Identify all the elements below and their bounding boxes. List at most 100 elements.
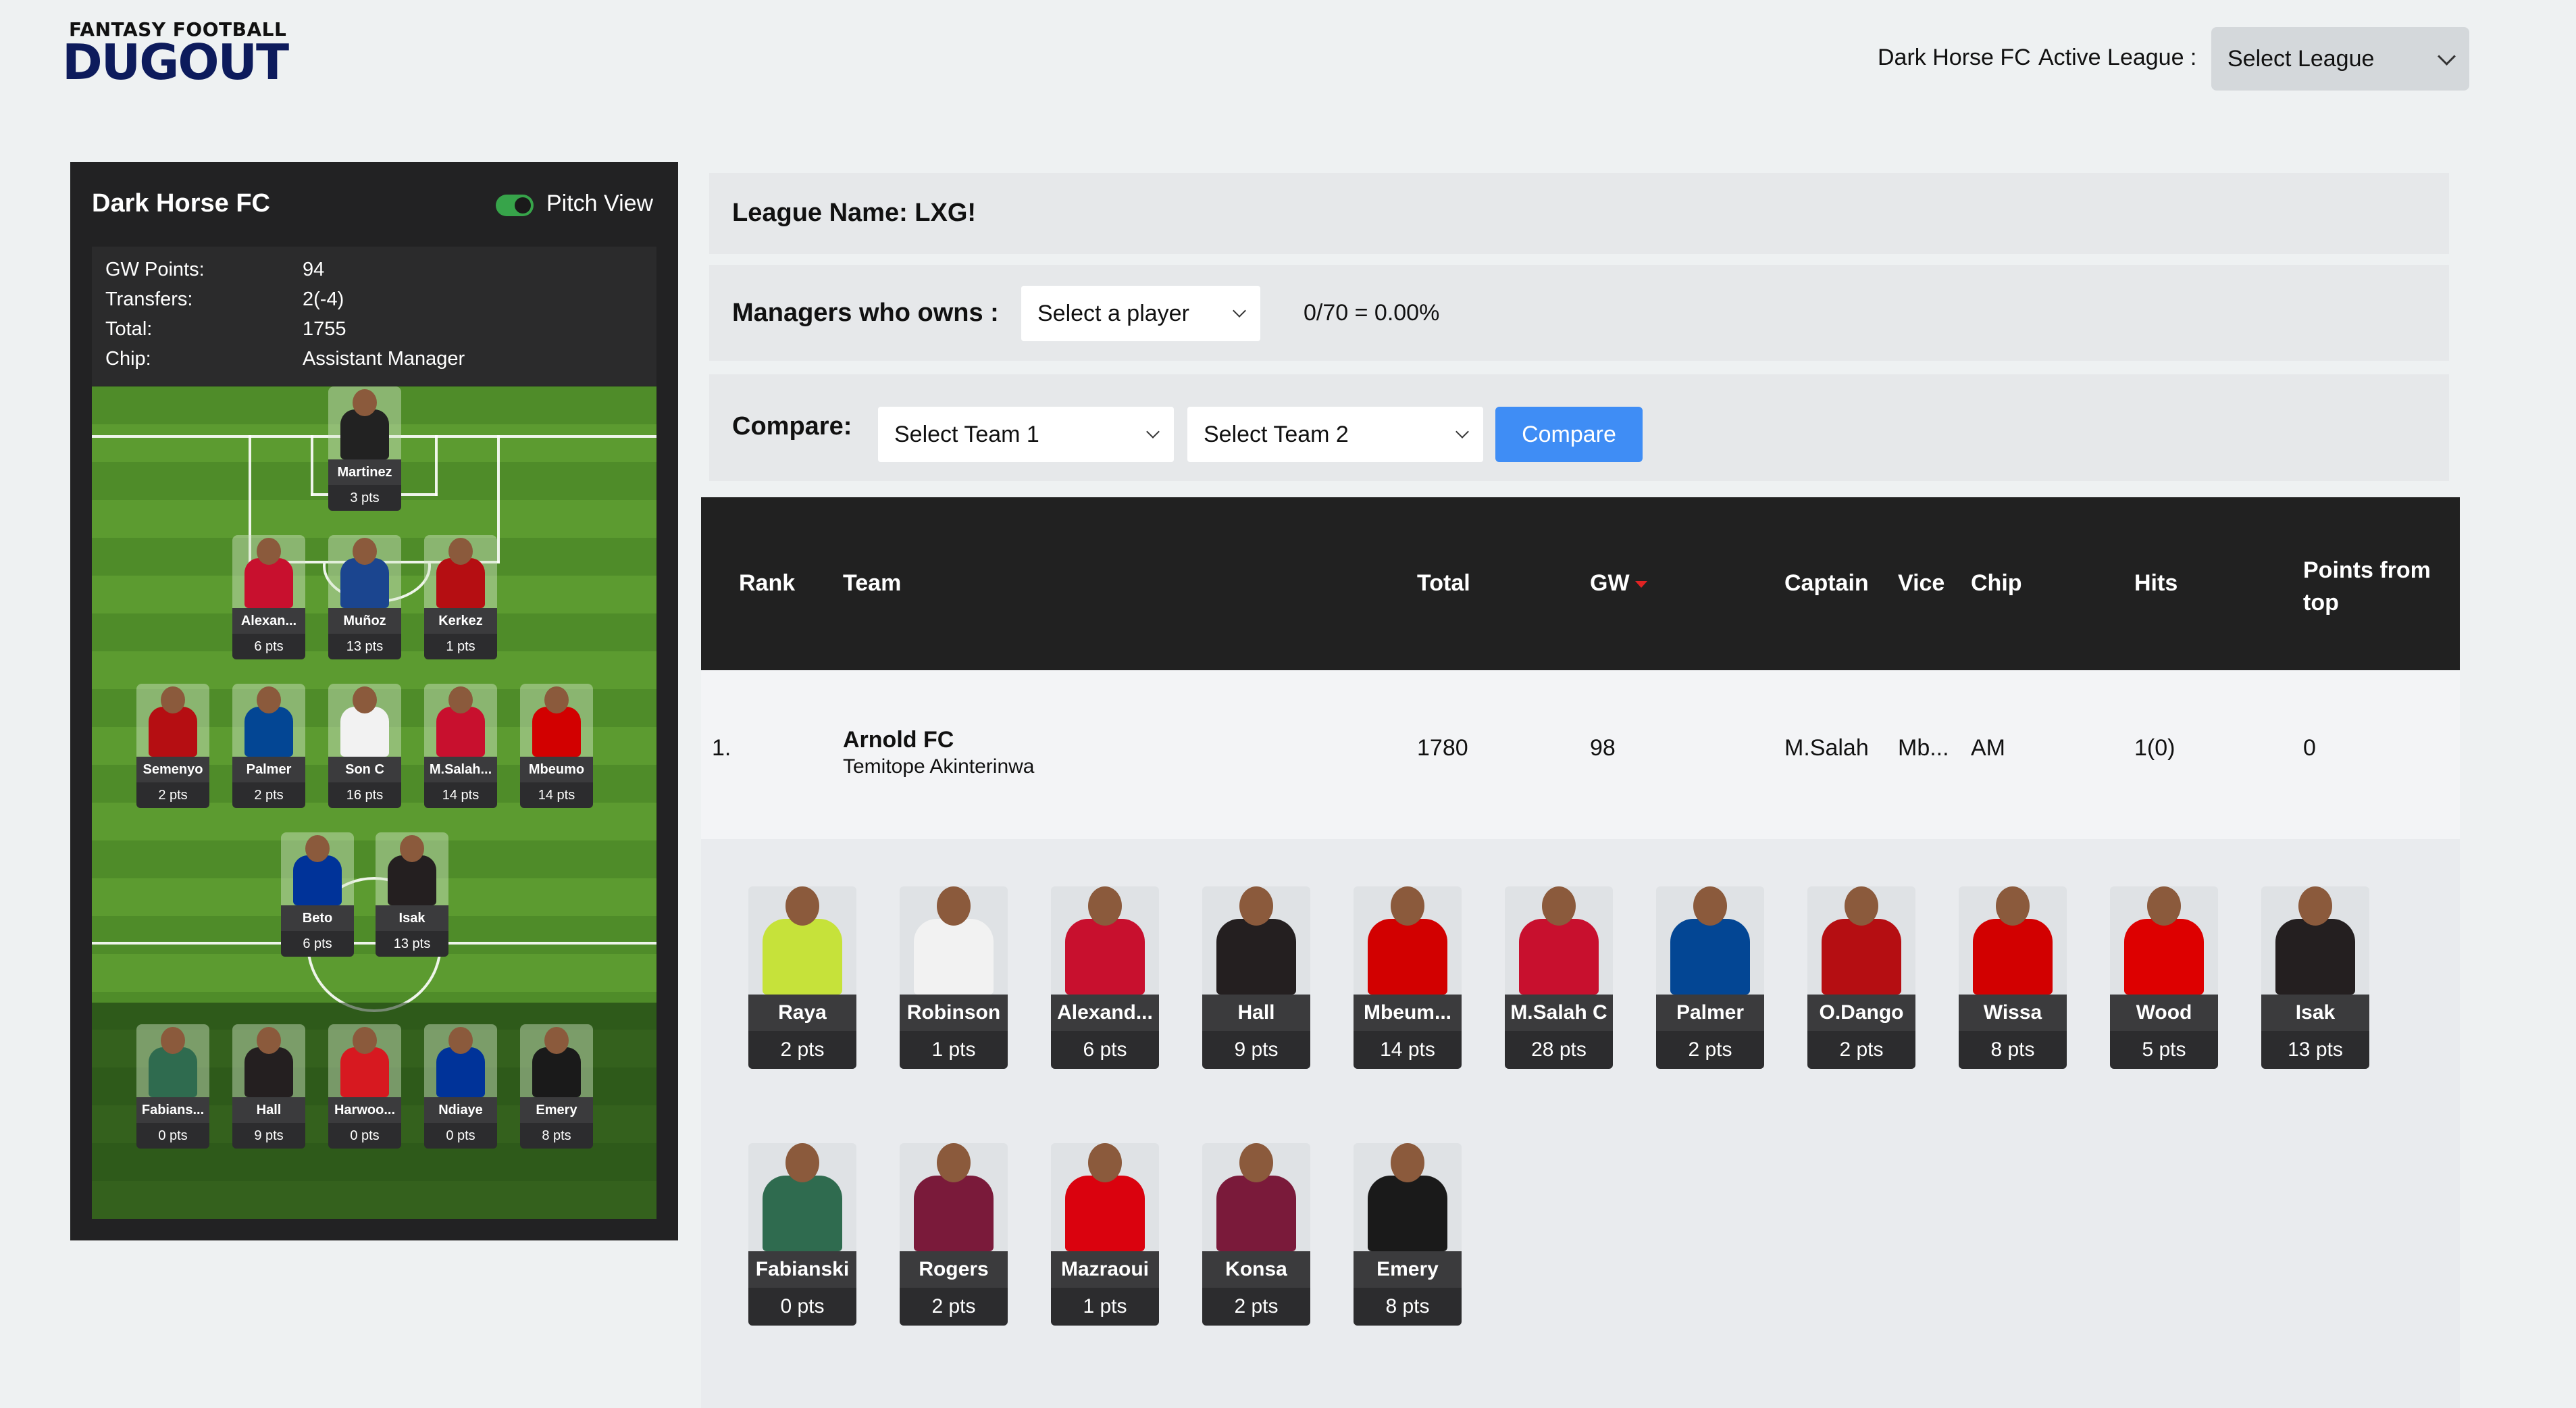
player-card[interactable]: Alexand... 6 pts <box>1051 886 1159 1069</box>
player-card[interactable]: Hall 9 pts <box>1202 886 1310 1069</box>
player-points: 3 pts <box>328 485 401 511</box>
player-card[interactable]: Isak 13 pts <box>2261 886 2369 1069</box>
player-card[interactable]: Wood 5 pts <box>2110 886 2218 1069</box>
player-card[interactable]: Konsa 2 pts <box>1202 1143 1310 1326</box>
player-photo <box>328 535 401 608</box>
player-photo <box>232 1024 305 1097</box>
player-points: 2 pts <box>748 1031 856 1069</box>
player-card[interactable]: Wissa 8 pts <box>1959 886 2067 1069</box>
player-photo <box>1051 886 1159 995</box>
player-card[interactable]: Harwoo... 0 pts <box>328 1024 401 1149</box>
standings-table: Rank Team Total GW Captain Vice Chip Hit… <box>701 497 2460 1408</box>
stat-chip: Chip: Assistant Manager <box>105 348 465 370</box>
player-card[interactable]: Emery 8 pts <box>520 1024 593 1149</box>
col-team[interactable]: Team <box>843 570 901 597</box>
jersey-icon <box>1065 886 1145 995</box>
jersey-icon <box>1216 886 1296 995</box>
player-points: 6 pts <box>232 634 305 659</box>
player-card[interactable]: Palmer 2 pts <box>232 684 305 808</box>
player-points: 8 pts <box>1959 1031 2067 1069</box>
col-rank[interactable]: Rank <box>739 570 795 597</box>
player-photo <box>281 832 354 905</box>
owners-label: Managers who owns : <box>732 299 999 327</box>
header-team-name: Dark Horse FC <box>1878 45 2031 70</box>
player-points: 13 pts <box>328 634 401 659</box>
row-vice: Mb... <box>1898 735 1949 761</box>
player-card[interactable]: Muñoz 13 pts <box>328 535 401 659</box>
row-total: 1780 <box>1417 735 1468 761</box>
league-select[interactable]: Select League <box>2211 27 2469 91</box>
player-card[interactable]: Mazraoui 1 pts <box>1051 1143 1159 1326</box>
col-captain[interactable]: Captain <box>1784 570 1869 597</box>
player-name: Martinez <box>328 459 401 485</box>
jersey-icon <box>2124 886 2204 995</box>
row-points-from-top: 0 <box>2303 735 2316 761</box>
jersey-icon <box>914 886 994 995</box>
player-card[interactable]: Son C 16 pts <box>328 684 401 808</box>
team-stats: GW Points: 94 Transfers: 2(-4) Total: 1755 … <box>92 247 656 386</box>
jersey-icon <box>340 686 389 757</box>
player-card[interactable]: Hall 9 pts <box>232 1024 305 1149</box>
player-photo <box>424 684 497 757</box>
player-name: Isak <box>2261 995 2369 1031</box>
player-photo <box>1807 886 1915 995</box>
player-card[interactable]: Fabians... 0 pts <box>136 1024 209 1149</box>
box-line-right <box>497 435 500 563</box>
row-chip: AM <box>1971 735 2005 761</box>
player-photo <box>136 684 209 757</box>
player-photo <box>1959 886 2067 995</box>
jersey-icon <box>914 1143 994 1251</box>
player-card[interactable]: Fabianski 0 pts <box>748 1143 856 1326</box>
player-points: 1 pts <box>424 634 497 659</box>
row-gw: 98 <box>1590 735 1616 761</box>
jersey-icon <box>2275 886 2355 995</box>
player-card[interactable]: Alexan... 6 pts <box>232 535 305 659</box>
player-card[interactable]: Ndiaye 0 pts <box>424 1024 497 1149</box>
player-select[interactable]: Select a player <box>1021 286 1260 341</box>
chevron-down-icon <box>2438 47 2456 66</box>
player-card[interactable]: Palmer 2 pts <box>1656 886 1764 1069</box>
player-photo <box>328 386 401 459</box>
player-card[interactable]: O.Dango 2 pts <box>1807 886 1915 1069</box>
player-card[interactable]: Raya 2 pts <box>748 886 856 1069</box>
player-card[interactable]: M.Salah C 28 pts <box>1505 886 1613 1069</box>
player-card[interactable]: M.Salah... 14 pts <box>424 684 497 808</box>
player-card[interactable]: Rogers 2 pts <box>900 1143 1008 1326</box>
jersey-icon <box>1216 1143 1296 1251</box>
col-total[interactable]: Total <box>1417 570 1470 597</box>
pitch-view-label: Pitch View <box>546 191 654 216</box>
col-gw[interactable]: GW <box>1590 570 1647 597</box>
player-photo <box>2110 886 2218 995</box>
player-card[interactable]: Kerkez 1 pts <box>424 535 497 659</box>
jersey-icon <box>436 686 485 757</box>
player-name: Hall <box>232 1097 305 1123</box>
player-photo <box>1505 886 1613 995</box>
logo-title: DUGOUT <box>62 34 289 91</box>
player-card[interactable]: Beto 6 pts <box>281 832 354 957</box>
player-card[interactable]: Robinson 1 pts <box>900 886 1008 1069</box>
app-logo[interactable]: FANTASY FOOTBALL DUGOUT <box>62 20 289 91</box>
player-card[interactable]: Martinez 3 pts <box>328 386 401 511</box>
player-card[interactable]: Semenyo 2 pts <box>136 684 209 808</box>
player-card[interactable]: Emery 8 pts <box>1354 1143 1462 1326</box>
row-team-name[interactable]: Arnold FC <box>843 727 954 753</box>
team2-select[interactable]: Select Team 2 <box>1187 407 1483 462</box>
compare-button[interactable]: Compare <box>1495 407 1643 462</box>
table-row[interactable]: 1. Arnold FC Temitope Akinterinwa 1780 9… <box>701 670 2460 840</box>
pitch-view-toggle[interactable] <box>496 195 534 216</box>
player-card[interactable]: Mbeum... 14 pts <box>1354 886 1462 1069</box>
player-points: 14 pts <box>424 782 497 808</box>
player-photo <box>1656 886 1764 995</box>
col-vice[interactable]: Vice <box>1898 570 1944 597</box>
col-chip[interactable]: Chip <box>1971 570 2022 597</box>
player-points: 2 pts <box>1807 1031 1915 1069</box>
col-hits[interactable]: Hits <box>2134 570 2178 597</box>
player-card[interactable]: Mbeumo 14 pts <box>520 684 593 808</box>
player-name: Mazraoui <box>1051 1251 1159 1288</box>
col-points-from-top[interactable]: Points from top <box>2303 554 2431 619</box>
team1-select[interactable]: Select Team 1 <box>878 407 1174 462</box>
player-points: 13 pts <box>2261 1031 2369 1069</box>
player-card[interactable]: Isak 13 pts <box>376 832 448 957</box>
row-captain: M.Salah <box>1784 735 1869 761</box>
jersey-icon <box>1822 886 1901 995</box>
